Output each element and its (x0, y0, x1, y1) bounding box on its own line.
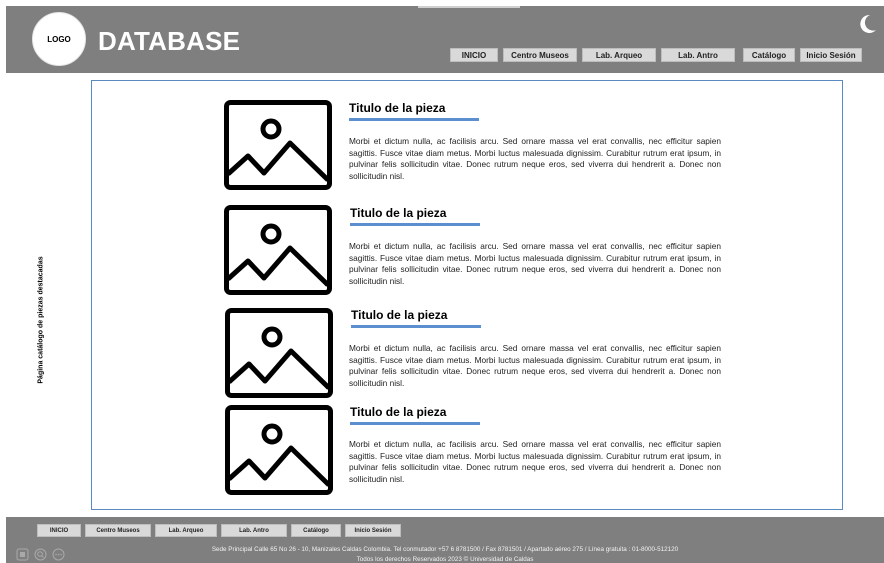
header-top-accent (418, 6, 520, 8)
side-label: Página catálogo de piezas destacadas (37, 256, 45, 384)
footer-nav-lab-arqueo[interactable]: Lab. Arqueo (155, 524, 217, 537)
title-underline (351, 325, 481, 328)
title-underline (350, 422, 480, 425)
piece-description: Morbi et dictum nulla, ac facilisis arcu… (349, 136, 721, 181)
footer-nav-inicio-sesion[interactable]: Inicio Sesión (345, 524, 401, 537)
nav-inicio[interactable]: INICIO (450, 48, 498, 62)
title-underline (349, 118, 479, 121)
app-icon[interactable] (16, 548, 29, 561)
piece-title[interactable]: Titulo de la pieza (350, 206, 446, 220)
title-underline (350, 223, 480, 226)
nav-lab-arqueo[interactable]: Lab. Arqueo (582, 48, 656, 62)
footer-nav-centro-museos[interactable]: Centro Museos (85, 524, 151, 537)
moon-icon[interactable] (856, 13, 878, 35)
footer-rights: Todos los derechos Reservados 2023 © Uni… (356, 556, 534, 563)
image-placeholder-icon (225, 308, 333, 398)
footer-nav-catalogo[interactable]: Catálogo (291, 524, 341, 537)
piece-title[interactable]: Titulo de la pieza (351, 308, 447, 322)
footer-nav-inicio[interactable]: INICIO (37, 524, 81, 537)
nav-lab-antro[interactable]: Lab. Antro (661, 48, 735, 62)
footer-address: Sede Principal Calle 65 No 26 - 10, Mani… (211, 546, 679, 553)
piece-title[interactable]: Titulo de la pieza (350, 405, 446, 419)
logo[interactable]: LOGO (32, 12, 86, 66)
image-placeholder-icon (224, 205, 332, 295)
header: LOGO DATABASE INICIO Centro Museos Lab. … (6, 6, 884, 73)
image-placeholder-icon (225, 405, 333, 495)
site-title: DATABASE (98, 26, 241, 56)
nav-catalogo[interactable]: Catálogo (743, 48, 795, 62)
nav-centro-museos[interactable]: Centro Museos (503, 48, 577, 62)
piece-description: Morbi et dictum nulla, ac facilisis arcu… (349, 343, 721, 388)
piece-description: Morbi et dictum nulla, ac facilisis arcu… (349, 439, 721, 484)
nav-inicio-sesion[interactable]: Inicio Sesión (800, 48, 862, 62)
more-icon[interactable] (52, 548, 65, 561)
piece-title[interactable]: Titulo de la pieza (349, 101, 445, 115)
zoom-icon[interactable] (34, 548, 47, 561)
image-placeholder-icon (224, 100, 332, 190)
main-panel: Titulo de la pieza Morbi et dictum nulla… (91, 80, 843, 510)
footer-nav-lab-antro[interactable]: Lab. Antro (221, 524, 287, 537)
piece-description: Morbi et dictum nulla, ac facilisis arcu… (349, 241, 721, 286)
footer: INICIO Centro Museos Lab. Arqueo Lab. An… (6, 517, 884, 563)
